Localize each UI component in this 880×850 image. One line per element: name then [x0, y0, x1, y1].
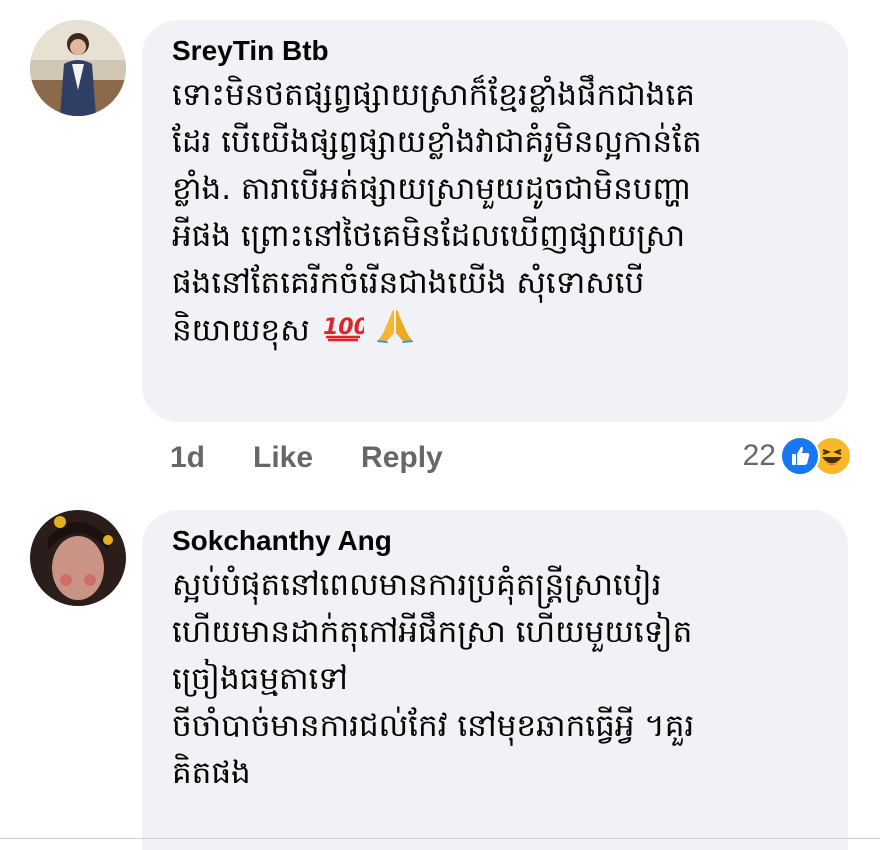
comment-text-line: អីផង ព្រោះនៅថៃគេមិនដែលឃើញផ្សាយស្រា [172, 218, 686, 254]
comment-text-line: គិតផង [172, 755, 251, 791]
reaction-count: 22 [742, 439, 776, 472]
hundred-points-icon: 100 [322, 309, 369, 356]
comment-text-line: ហើយមានដាក់តុកៅអីផឹកស្រា ហើយមួយទៀត [172, 614, 693, 650]
like-button[interactable]: Like [253, 441, 313, 475]
avatar[interactable] [30, 510, 126, 606]
comment-bubble: Sokchanthy Ang ស្អប់បំផុតនៅពេលមានការប្រគ… [142, 510, 848, 850]
comment-text-last-line: និយាយខុស 100 [172, 307, 818, 357]
comment-timestamp[interactable]: 1d [170, 441, 205, 475]
avatar-photo [30, 20, 126, 116]
comment-author[interactable]: Sokchanthy Ang [172, 524, 818, 558]
comment-text-line: និយាយខុស [172, 312, 310, 349]
avatar[interactable] [30, 20, 126, 116]
comment-text-line: ផងនៅតែគេរីកចំរើនជាងយើង សុំទោសបើ [172, 265, 645, 301]
comment-actions: 1d Like Reply [170, 438, 443, 478]
comment-author[interactable]: SreyTin Btb [172, 34, 818, 68]
comment-text-line: ច្រៀងធម្មតាទៅ [172, 661, 348, 697]
comment-text-line: ចីចាំបាច់មានការជល់កែវ នៅមុខឆាកធ្វើអ្វី ។… [172, 708, 695, 744]
comment-text-line: ដែរ បើយើងផ្សព្វផ្សាយខ្លាំងវាជាគំរូមិនល្អ… [172, 124, 702, 160]
reply-button[interactable]: Reply [361, 441, 443, 475]
folded-hands-icon [375, 307, 415, 357]
avatar-photo [30, 510, 126, 606]
comment-text-line: ទោះមិនថតផ្សព្វផ្សាយស្រាក៏ខ្មែរខ្លាំងផឹកជ… [172, 77, 695, 113]
reaction-summary[interactable]: 22 [743, 436, 852, 476]
divider [0, 838, 880, 839]
comment-text-line: ស្អប់បំផុតនៅពេលមានការប្រគុំតន្ត្រីស្រាបៀ… [172, 567, 662, 603]
comment-text-line: ខ្លាំង. តារាបើអត់ផ្សាយស្រាមួយដូចជាមិនបញ្… [172, 171, 692, 207]
comment-bubble: SreyTin Btb ទោះមិនថតផ្សព្វផ្សាយស្រាក៏ខ្ម… [142, 20, 848, 422]
like-reaction-icon [780, 436, 820, 476]
